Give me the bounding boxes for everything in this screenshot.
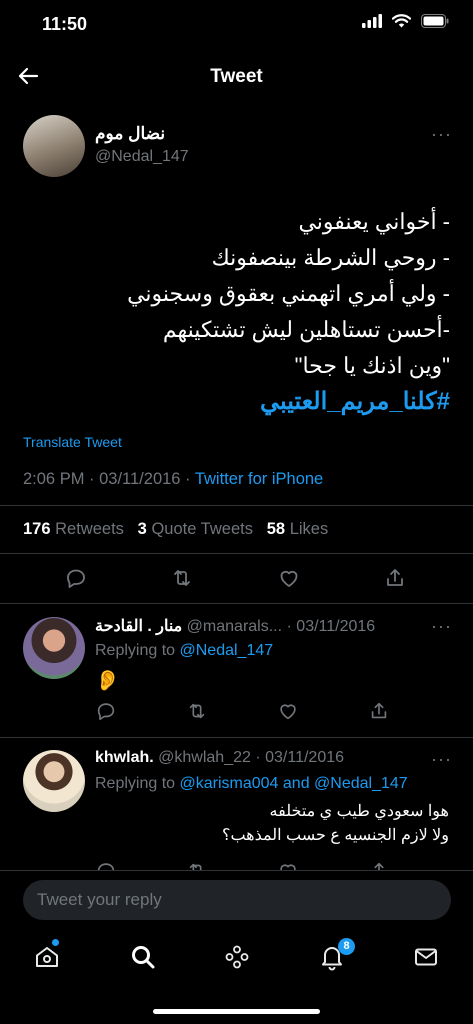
tweet-timestamp: 2:06 PM · 03/11/2016 · <box>23 470 191 488</box>
retweet-icon[interactable] <box>170 566 196 592</box>
mention-link[interactable]: @Nedal_147 <box>180 642 274 659</box>
home-new-dot <box>52 939 59 946</box>
divider <box>0 553 473 554</box>
reply-text: هوا سعودي طيب ي متخلفه ولا لازم الجنسيه … <box>99 800 449 848</box>
battery-icon <box>421 14 449 28</box>
home-indicator[interactable] <box>153 1009 320 1014</box>
reply-icon[interactable] <box>64 566 90 592</box>
like-icon[interactable] <box>277 700 303 726</box>
divider <box>0 505 473 506</box>
share-icon[interactable] <box>368 700 394 726</box>
reply-author-handle[interactable]: @khwlah_22 <box>158 749 251 766</box>
status-time: 11:50 <box>42 14 88 34</box>
tweet-meta: 2:06 PM · 03/11/2016 · Twitter for iPhon… <box>23 470 323 489</box>
replying-to: Replying to @Nedal_147 <box>95 642 274 659</box>
notifications-badge: 8 <box>338 938 355 955</box>
reply-header: منار . القادحة @manarals... · 03/11/2016 <box>95 616 375 636</box>
tweet-stats: 176 Retweets 3 Quote Tweets 58 Likes <box>23 520 328 539</box>
likes-stat[interactable]: 58 Likes <box>267 520 328 538</box>
wifi-icon <box>392 14 411 28</box>
tweet-line: -أحسن تستاهلين ليش تشتكينهم <box>162 317 450 342</box>
signal-icon <box>362 14 382 28</box>
divider <box>0 603 473 604</box>
translate-tweet-link[interactable]: Translate Tweet <box>23 434 122 450</box>
reply-author-handle[interactable]: @manarals... <box>187 618 282 635</box>
tweet-line: - أخواني يعنفوني <box>298 209 450 234</box>
reply-composer-input[interactable]: Tweet your reply <box>23 880 451 920</box>
author-handle[interactable]: @Nedal_147 <box>95 148 189 166</box>
reply-line: ولا لازم الجنسيه ع حسب المذهب؟ <box>221 827 449 844</box>
tweet-line: - روحي الشرطة بينصفونك <box>211 245 450 270</box>
divider <box>0 870 473 871</box>
mention-link[interactable]: @karisma004 and @Nedal_147 <box>180 775 408 792</box>
more-options-icon[interactable]: ··· <box>431 749 452 770</box>
status-icons <box>362 14 449 28</box>
page-title: Tweet <box>210 66 263 87</box>
like-icon[interactable] <box>277 566 303 592</box>
reply-author-name[interactable]: khwlah. <box>95 749 154 766</box>
hashtag-link[interactable]: #كلنا_مريم_العتيبي <box>20 384 450 420</box>
tweet-line: - ولي أمري اتهمني بعقوق وسجنوني <box>127 281 450 306</box>
more-options-icon[interactable]: ··· <box>431 124 452 145</box>
tweet-text: - أخواني يعنفوني - روحي الشرطة بينصفونك … <box>20 204 450 420</box>
search-icon[interactable] <box>129 943 157 971</box>
spaces-icon[interactable] <box>223 943 251 971</box>
reply-author-name[interactable]: منار . القادحة <box>95 618 182 635</box>
divider <box>0 737 473 738</box>
home-icon[interactable] <box>33 943 61 971</box>
reply-text: 👂 <box>95 670 120 692</box>
more-options-icon[interactable]: ··· <box>431 616 452 637</box>
author-name[interactable]: نضال موم <box>95 124 165 144</box>
reply-icon[interactable] <box>95 700 121 726</box>
author-avatar[interactable] <box>23 115 85 177</box>
reply-date: · 03/11/2016 <box>255 749 345 766</box>
quotes-stat[interactable]: 3 Quote Tweets <box>138 520 253 538</box>
replying-to: Replying to @karisma004 and @Nedal_147 <box>95 775 408 792</box>
reply-date: · 03/11/2016 <box>286 618 376 635</box>
reply-avatar[interactable] <box>23 750 85 812</box>
reply-header: khwlah. @khwlah_22 · 03/11/2016 <box>95 749 344 767</box>
retweet-icon[interactable] <box>186 700 212 726</box>
reply-avatar[interactable] <box>23 617 85 679</box>
messages-envelope-icon[interactable] <box>412 943 440 971</box>
tweet-source-link[interactable]: Twitter for iPhone <box>195 470 323 488</box>
tweet-line: "وين اذنك يا جحا" <box>294 353 450 378</box>
retweets-stat[interactable]: 176 Retweets <box>23 520 124 538</box>
reply-line: هوا سعودي طيب ي متخلفه <box>269 803 449 820</box>
share-icon[interactable] <box>383 566 409 592</box>
